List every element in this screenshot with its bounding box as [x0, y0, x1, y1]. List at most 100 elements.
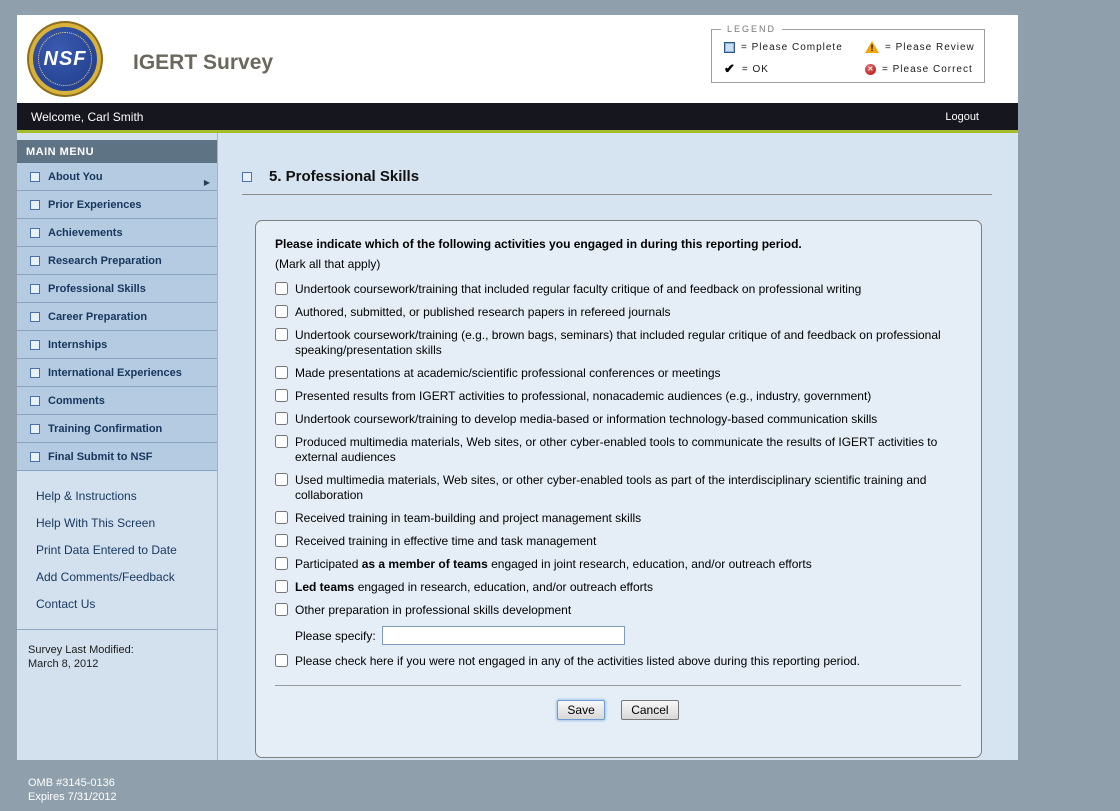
main-menu-header: MAIN MENU	[17, 140, 217, 163]
activity-label: Presented results from IGERT activities …	[295, 389, 871, 404]
omb-number: OMB #3145-0136	[28, 776, 117, 790]
sidebar-item-label: Final Submit to NSF	[48, 451, 153, 463]
sidebar-item-label: Career Preparation	[48, 311, 147, 323]
sidebar: MAIN MENU About You Prior Experiences Ac…	[17, 133, 218, 760]
none-option-row: Please check here if you were not engage…	[275, 654, 961, 669]
legend-item-label: = Please Correct	[882, 64, 973, 75]
activity-checkbox[interactable]	[275, 282, 288, 295]
panel-intro: Please indicate which of the following a…	[275, 237, 961, 251]
activity-checkbox[interactable]	[275, 557, 288, 570]
sidebar-item-label: Professional Skills	[48, 283, 146, 295]
activity-checkbox[interactable]	[275, 389, 288, 402]
status-square-icon	[30, 312, 40, 322]
sidebar-item-label: Research Preparation	[48, 255, 162, 267]
sidebar-item-about-you[interactable]: About You	[17, 163, 217, 191]
activity-row: Authored, submitted, or published resear…	[275, 305, 961, 320]
sidebar-item-career-preparation[interactable]: Career Preparation	[17, 303, 217, 331]
sidebar-item-achievements[interactable]: Achievements	[17, 219, 217, 247]
sidebar-links: Help & Instructions Help With This Scree…	[17, 489, 217, 611]
section-head: 5. Professional Skills	[242, 168, 992, 185]
activity-checkbox[interactable]	[275, 305, 288, 318]
sidebar-item-professional-skills[interactable]: Professional Skills	[17, 275, 217, 303]
link-help-with-this-screen[interactable]: Help With This Screen	[36, 516, 217, 530]
logout-link[interactable]: Logout	[945, 111, 979, 123]
page-title: 5. Professional Skills	[269, 168, 419, 185]
sidebar-item-research-preparation[interactable]: Research Preparation	[17, 247, 217, 275]
specify-input[interactable]	[382, 626, 625, 645]
legend-box: LEGEND = Please Complete = Please Review…	[711, 29, 985, 83]
activity-label: Authored, submitted, or published resear…	[295, 305, 671, 320]
sidebar-item-label: Comments	[48, 395, 105, 407]
link-help-instructions[interactable]: Help & Instructions	[36, 489, 217, 503]
activity-checkbox[interactable]	[275, 366, 288, 379]
status-square-icon	[30, 340, 40, 350]
legend-grid: = Please Complete = Please Review = OK =…	[724, 41, 976, 77]
activity-checkbox[interactable]	[275, 580, 288, 593]
activity-checkbox[interactable]	[275, 473, 288, 486]
activity-checkbox[interactable]	[275, 435, 288, 448]
activity-row: Led teams engaged in research, education…	[275, 580, 961, 595]
activity-row: Received training in effective time and …	[275, 534, 961, 549]
legend-item-ok: = OK	[724, 61, 865, 77]
sidebar-item-comments[interactable]: Comments	[17, 387, 217, 415]
activity-checkbox[interactable]	[275, 412, 288, 425]
legend-item-review: = Please Review	[865, 41, 976, 53]
status-square-icon	[30, 396, 40, 406]
activity-row: Other preparation in professional skills…	[275, 603, 961, 618]
body-row: MAIN MENU About You Prior Experiences Ac…	[17, 133, 1018, 760]
activity-label: Produced multimedia materials, Web sites…	[295, 435, 943, 465]
sidebar-item-label: About You	[48, 171, 103, 183]
none-option-label: Please check here if you were not engage…	[295, 654, 860, 669]
sidebar-item-international-experiences[interactable]: International Experiences	[17, 359, 217, 387]
none-option-checkbox[interactable]	[275, 654, 288, 667]
main-content: 5. Professional Skills Please indicate w…	[218, 133, 1018, 760]
activities-list: Undertook coursework/training that inclu…	[275, 282, 961, 669]
please-review-icon	[865, 41, 879, 53]
activity-label: Undertook coursework/training (e.g., bro…	[295, 328, 943, 358]
activity-label: Used multimedia materials, Web sites, or…	[295, 473, 943, 503]
expires-date: Expires 7/31/2012	[28, 790, 117, 804]
sidebar-item-prior-experiences[interactable]: Prior Experiences	[17, 191, 217, 219]
last-modified-label: Survey Last Modified:	[28, 643, 217, 657]
activity-label: Undertook coursework/training to develop…	[295, 412, 877, 427]
page: NSF IGERT Survey LEGEND = Please Complet…	[17, 15, 1018, 760]
activity-label: Undertook coursework/training that inclu…	[295, 282, 861, 297]
last-modified-date: March 8, 2012	[28, 657, 217, 671]
nsf-logo: NSF	[33, 27, 97, 91]
sidebar-item-training-confirmation[interactable]: Training Confirmation	[17, 415, 217, 443]
nsf-seal-ring: NSF	[38, 32, 92, 86]
activity-checkbox[interactable]	[275, 534, 288, 547]
link-add-comments-feedback[interactable]: Add Comments/Feedback	[36, 570, 217, 584]
activity-checkbox[interactable]	[275, 603, 288, 616]
legend-item-label: = Please Review	[885, 42, 975, 53]
status-square-icon	[30, 172, 40, 182]
legend-title: LEGEND	[721, 24, 782, 34]
activity-row: Produced multimedia materials, Web sites…	[275, 435, 961, 465]
activity-row: Participated as a member of teams engage…	[275, 557, 961, 572]
sidebar-item-label: Training Confirmation	[48, 423, 162, 435]
app-header: NSF IGERT Survey LEGEND = Please Complet…	[17, 15, 1018, 103]
status-square-icon	[30, 452, 40, 462]
link-print-data[interactable]: Print Data Entered to Date	[36, 543, 217, 557]
link-contact-us[interactable]: Contact Us	[36, 597, 217, 611]
sidebar-item-label: Internships	[48, 339, 107, 351]
cancel-button[interactable]: Cancel	[621, 700, 678, 720]
specify-label: Please specify:	[295, 629, 376, 643]
survey-last-modified: Survey Last Modified: March 8, 2012	[17, 629, 217, 671]
legend-item-correct: = Please Correct	[865, 61, 976, 77]
status-square-icon	[30, 256, 40, 266]
form-panel: Please indicate which of the following a…	[255, 220, 982, 758]
sidebar-item-internships[interactable]: Internships	[17, 331, 217, 359]
activity-label: Led teams engaged in research, education…	[295, 580, 653, 595]
footer-note: OMB #3145-0136 Expires 7/31/2012	[28, 776, 117, 804]
panel-note: (Mark all that apply)	[275, 257, 961, 271]
status-square-icon	[30, 200, 40, 210]
section-divider	[242, 194, 992, 195]
save-button[interactable]: Save	[557, 700, 604, 720]
please-complete-icon	[724, 42, 735, 53]
activity-row: Undertook coursework/training to develop…	[275, 412, 961, 427]
sidebar-item-label: Prior Experiences	[48, 199, 142, 211]
sidebar-item-final-submit[interactable]: Final Submit to NSF	[17, 443, 217, 471]
activity-checkbox[interactable]	[275, 328, 288, 341]
activity-checkbox[interactable]	[275, 511, 288, 524]
